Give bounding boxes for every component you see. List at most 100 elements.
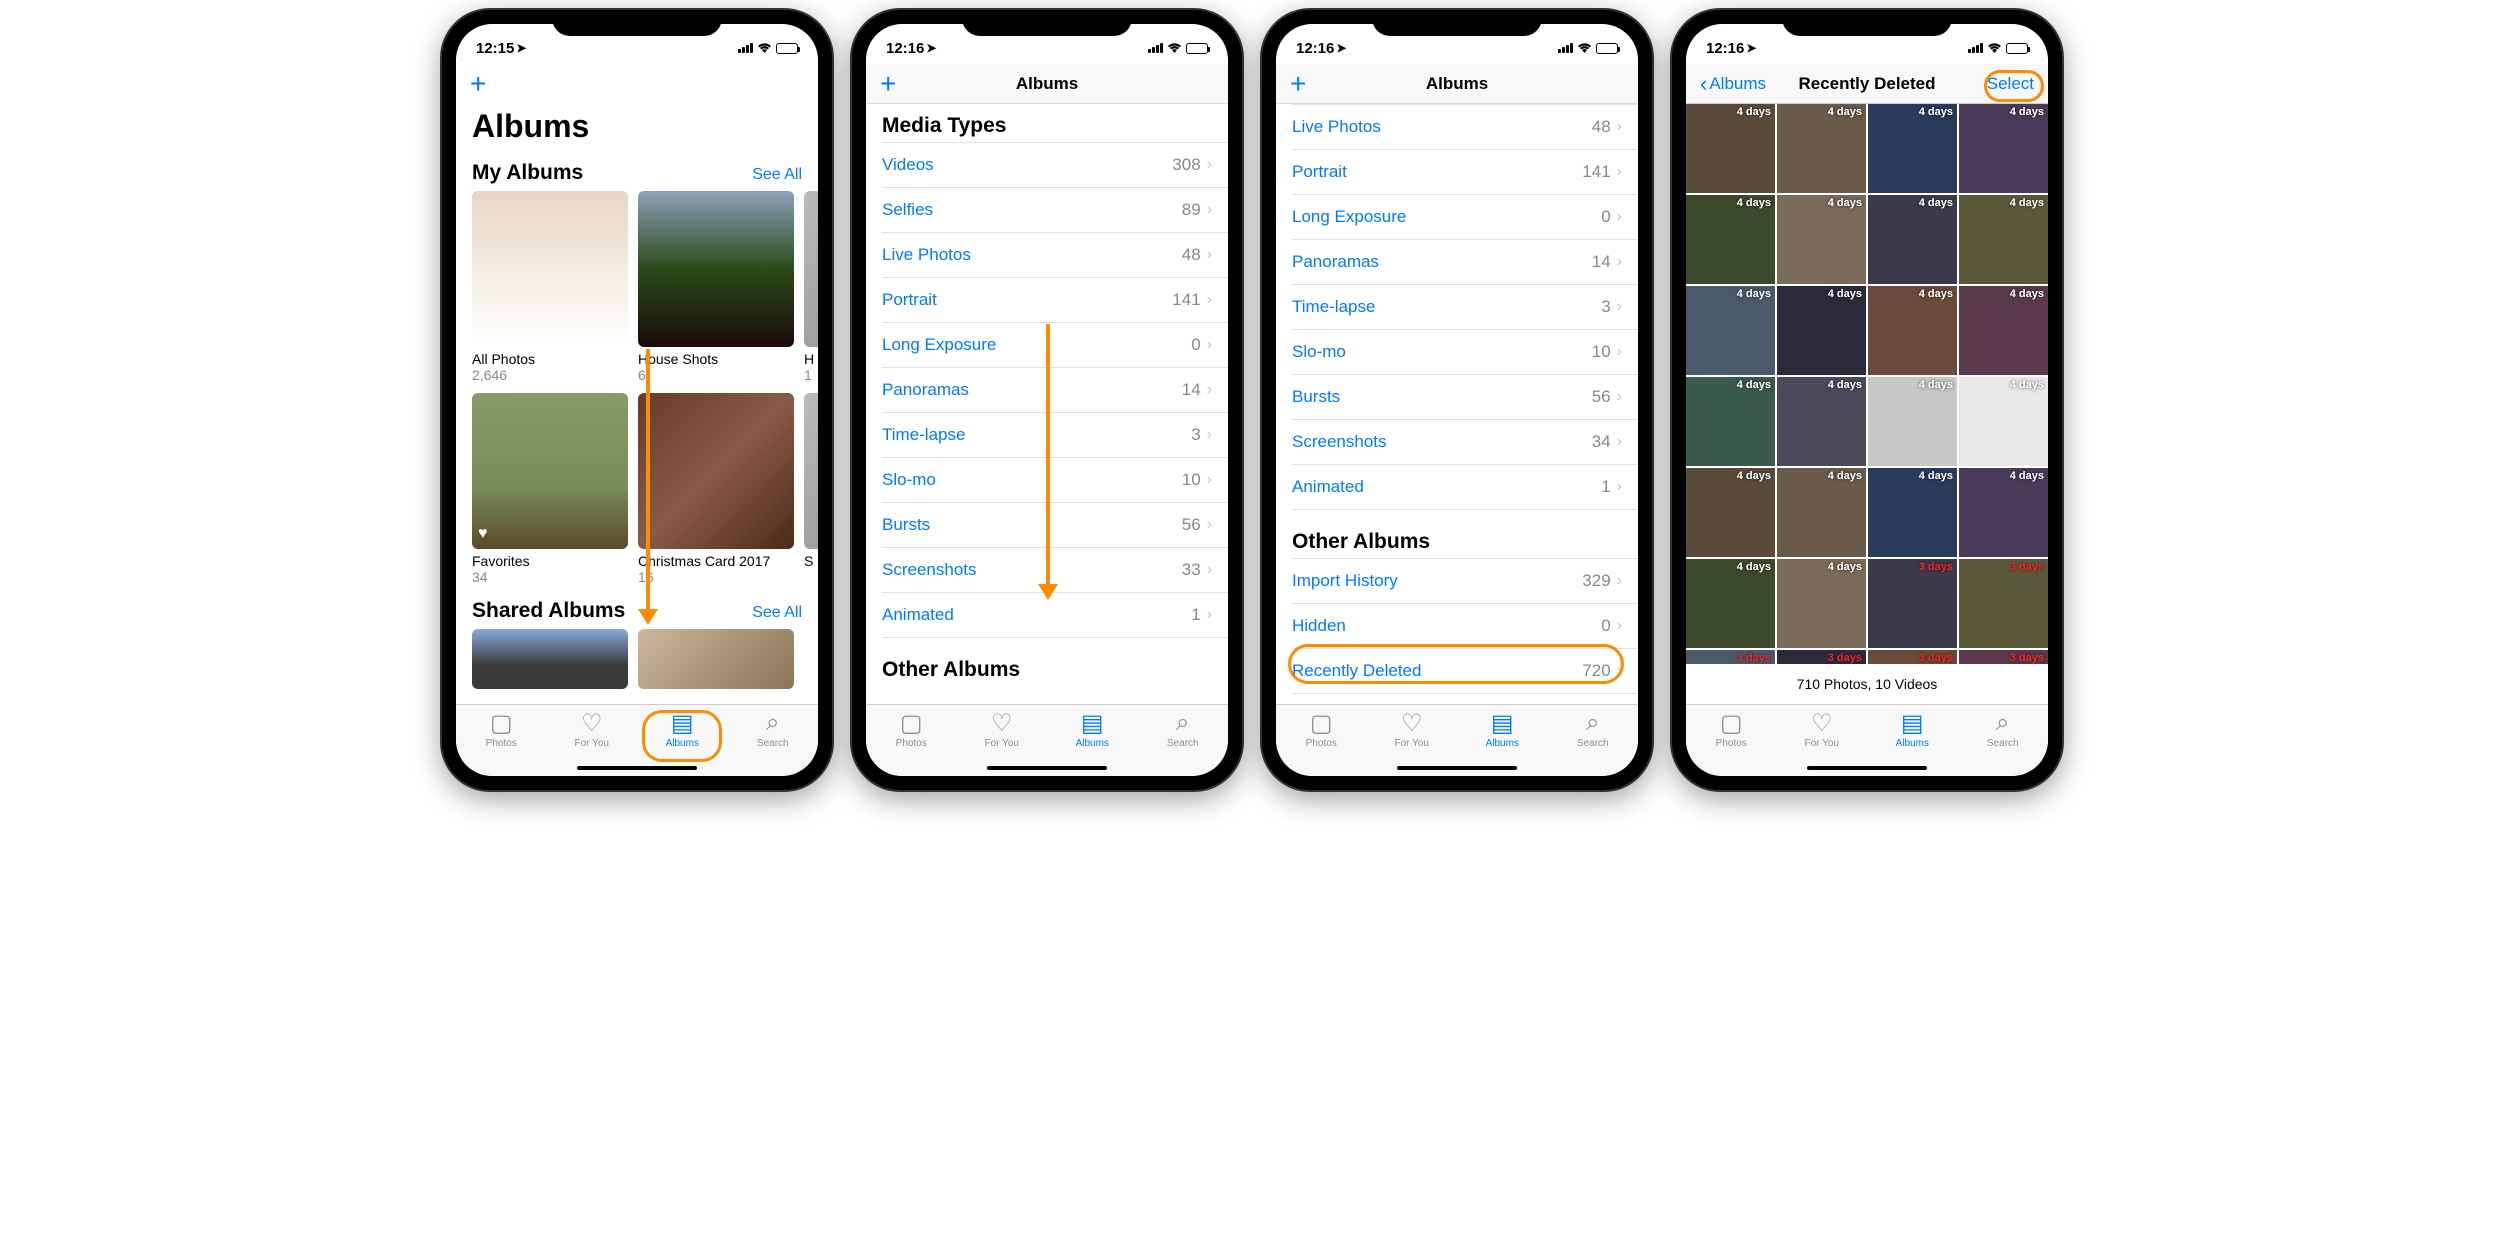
home-indicator[interactable] xyxy=(987,766,1107,770)
album-partial[interactable]: H 1 xyxy=(804,191,818,383)
album-row-2[interactable]: ♥ Favorites 34 Christmas Card 2017 16 S xyxy=(456,393,818,585)
photo-cell[interactable]: 4 days xyxy=(1777,377,1866,466)
list-row[interactable]: Long Exposure0› xyxy=(882,323,1228,368)
photo-cell[interactable]: 4 days xyxy=(1777,104,1866,193)
tab-search[interactable]: ⌕Search xyxy=(1968,709,2038,776)
photo-cell[interactable]: 4 days xyxy=(1959,104,2048,193)
days-badge: 4 days xyxy=(2010,106,2044,118)
photo-cell[interactable]: 4 days xyxy=(1959,286,2048,375)
photo-cell[interactable]: 4 days xyxy=(1686,286,1775,375)
list-row[interactable]: Bursts56› xyxy=(882,503,1228,548)
albums-icon: ▤ xyxy=(1491,709,1514,737)
album-partial[interactable]: S xyxy=(804,393,818,585)
chevron-right-icon: › xyxy=(1207,291,1212,309)
row-label: Long Exposure xyxy=(1292,207,1406,227)
add-button[interactable]: + xyxy=(470,70,486,98)
tab-photos[interactable]: ▢Photos xyxy=(1696,709,1766,776)
photo-cell[interactable]: 3 days xyxy=(1868,559,1957,648)
list-row[interactable]: Videos308› xyxy=(882,142,1228,188)
photo-cell[interactable]: 3 days xyxy=(1959,650,2048,664)
row-label: Bursts xyxy=(882,515,930,535)
photo-cell[interactable]: 4 days xyxy=(1868,468,1957,557)
photo-cell[interactable]: 3 days xyxy=(1959,559,2048,648)
search-icon: ⌕ xyxy=(766,709,779,737)
row-label: Recently Deleted xyxy=(1292,661,1421,681)
list-row[interactable]: Slo-mo10› xyxy=(882,458,1228,503)
photo-cell[interactable]: 3 days xyxy=(1868,650,1957,664)
list-row[interactable]: Hidden0› xyxy=(1292,604,1638,649)
list-row[interactable]: Panoramas14› xyxy=(882,368,1228,413)
album-house-shots[interactable]: House Shots 6 xyxy=(638,191,794,383)
list-row[interactable]: Time-lapse3› xyxy=(1292,285,1638,330)
list-row[interactable]: Screenshots33› xyxy=(882,548,1228,593)
list-row[interactable]: Animated1› xyxy=(1292,465,1638,510)
list-row[interactable]: Animated1› xyxy=(882,593,1228,638)
days-badge: 3 days xyxy=(1737,652,1771,664)
list-row[interactable]: Selfies89› xyxy=(882,188,1228,233)
list-row[interactable]: Portrait141› xyxy=(882,278,1228,323)
album-thumbnail xyxy=(638,191,794,347)
tab-search[interactable]: ⌕Search xyxy=(1148,709,1218,776)
add-button[interactable]: + xyxy=(880,70,896,98)
see-all-link[interactable]: See All xyxy=(752,166,802,184)
home-indicator[interactable] xyxy=(1397,766,1517,770)
photo-cell[interactable]: 4 days xyxy=(1686,559,1775,648)
photo-cell[interactable]: 4 days xyxy=(1777,468,1866,557)
select-button[interactable]: Select xyxy=(1987,74,2034,94)
heart-icon: ♥ xyxy=(478,525,488,543)
days-badge: 4 days xyxy=(1828,379,1862,391)
add-button[interactable]: + xyxy=(1290,70,1306,98)
back-button[interactable]: ‹Albums xyxy=(1700,71,1766,97)
album-christmas[interactable]: Christmas Card 2017 16 xyxy=(638,393,794,585)
photo-cell[interactable]: 4 days xyxy=(1959,468,2048,557)
row-label: Bursts xyxy=(1292,387,1340,407)
list-row[interactable]: Import History329› xyxy=(1292,558,1638,604)
days-badge: 4 days xyxy=(2010,379,2044,391)
photo-cell[interactable]: 3 days xyxy=(1777,650,1866,664)
list-row[interactable]: Recently Deleted720› xyxy=(1292,649,1638,694)
my-albums-title: My Albums xyxy=(472,161,583,185)
list-row[interactable]: Live Photos48› xyxy=(1292,104,1638,150)
photo-cell[interactable]: 4 days xyxy=(1868,195,1957,284)
album-all-photos[interactable]: All Photos 2,646 xyxy=(472,191,628,383)
home-indicator[interactable] xyxy=(577,766,697,770)
home-indicator[interactable] xyxy=(1807,766,1927,770)
row-label: Time-lapse xyxy=(1292,297,1375,317)
photo-cell[interactable]: 4 days xyxy=(1686,468,1775,557)
list-row[interactable]: Bursts56› xyxy=(1292,375,1638,420)
photo-cell[interactable]: 4 days xyxy=(1777,286,1866,375)
list-row[interactable]: Time-lapse3› xyxy=(882,413,1228,458)
photo-cell[interactable]: 4 days xyxy=(1777,559,1866,648)
tab-search[interactable]: ⌕Search xyxy=(738,709,808,776)
photo-cell[interactable]: 4 days xyxy=(1686,377,1775,466)
tab-search[interactable]: ⌕Search xyxy=(1558,709,1628,776)
photo-cell[interactable]: 4 days xyxy=(1868,377,1957,466)
photo-cell[interactable]: 4 days xyxy=(1959,377,2048,466)
photo-cell[interactable]: 4 days xyxy=(1868,104,1957,193)
list-row[interactable]: Live Photos48› xyxy=(882,233,1228,278)
tab-photos[interactable]: ▢Photos xyxy=(876,709,946,776)
list-row[interactable]: Panoramas14› xyxy=(1292,240,1638,285)
photo-cell[interactable]: 4 days xyxy=(1959,195,2048,284)
list-row[interactable]: Slo-mo10› xyxy=(1292,330,1638,375)
album-thumbnail[interactable] xyxy=(638,629,794,689)
list-row[interactable]: Long Exposure0› xyxy=(1292,195,1638,240)
tab-photos[interactable]: ▢Photos xyxy=(466,709,536,776)
shared-album-row[interactable] xyxy=(456,629,818,689)
days-badge: 4 days xyxy=(1919,288,1953,300)
list-row[interactable]: Portrait141› xyxy=(1292,150,1638,195)
see-all-link[interactable]: See All xyxy=(752,604,802,622)
photo-cell[interactable]: 4 days xyxy=(1686,104,1775,193)
photo-grid[interactable]: 4 days4 days4 days4 days4 days4 days4 da… xyxy=(1686,104,2048,664)
album-row-1[interactable]: All Photos 2,646 House Shots 6 H 1 xyxy=(456,191,818,383)
row-label: Screenshots xyxy=(1292,432,1387,452)
album-favorites[interactable]: ♥ Favorites 34 xyxy=(472,393,628,585)
tab-photos[interactable]: ▢Photos xyxy=(1286,709,1356,776)
photo-cell[interactable]: 3 days xyxy=(1686,650,1775,664)
photo-cell[interactable]: 4 days xyxy=(1777,195,1866,284)
photo-cell[interactable]: 4 days xyxy=(1686,195,1775,284)
photo-cell[interactable]: 4 days xyxy=(1868,286,1957,375)
days-badge: 4 days xyxy=(1737,197,1771,209)
list-row[interactable]: Screenshots34› xyxy=(1292,420,1638,465)
album-thumbnail[interactable] xyxy=(472,629,628,689)
